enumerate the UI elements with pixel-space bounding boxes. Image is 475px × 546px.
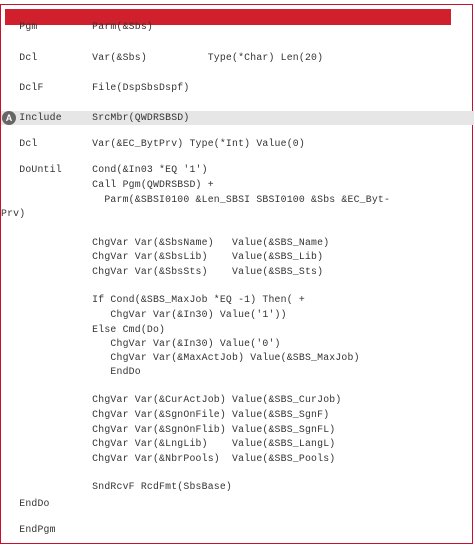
code-line: Else Cmd(Do) [1,324,166,335]
code-line: ChgVar Var(&SgnOnFile) Value(&SBS_SgnF) [1,409,330,420]
code-line: ChgVar Var(&In30) Value('0') [1,338,281,349]
code-line: ChgVar Var(&SbsLib) Value(&SBS_Lib) [1,251,324,262]
code-line: ChgVar Var(&LngLib) Value(&SBS_LangL) [1,438,336,449]
code-line: Pgm Parm(&Sbs) [1,21,153,32]
code-line: DclF File(DspSbsDspf) [1,82,190,93]
code-line: Parm(&SBSI0100 &Len_SBSI SBSI0100 &Sbs &… [1,194,391,205]
code-line: Call Pgm(QWDRSBSD) + [1,179,214,190]
code-line-highlighted: Include SrcMbr(QWDRSBSD) [1,111,474,125]
code-line: SndRcvF RcdFmt(SbsBase) [1,481,233,492]
code-line: ChgVar Var(&NbrPools) Value(&SBS_Pools) [1,453,336,464]
code-line: EndDo [1,498,50,509]
code-line: Prv) [1,208,26,219]
code-line: ChgVar Var(&SbsName) Value(&SBS_Name) [1,237,330,248]
code-line: EndDo [1,366,141,377]
code-line: ChgVar Var(&SgnOnFlib) Value(&SBS_SgnFL) [1,424,336,435]
code-line: Dcl Var(&EC_BytPrv) Type(*Int) Value(0) [1,138,305,149]
code-line: DoUntil Cond(&In03 *EQ '1') [1,164,208,175]
code-line: ChgVar Var(&In30) Value('1')) [1,309,287,320]
code-line: ChgVar Var(&CurActJob) Value(&SBS_CurJob… [1,394,342,405]
code-line: ChgVar Var(&MaxActJob) Value(&SBS_MaxJob… [1,352,360,363]
code-line: If Cond(&SBS_MaxJob *EQ -1) Then( + [1,294,305,305]
code-listing-frame: Pgm Parm(&Sbs) Dcl Var(&Sbs) Type(*Char)… [0,4,474,544]
callout-badge-a: A [2,111,16,125]
code-line: EndPgm [1,524,56,535]
code-line: ChgVar Var(&SbsSts) Value(&SBS_Sts) [1,266,324,277]
code-line: Dcl Var(&Sbs) Type(*Char) Len(20) [1,52,324,63]
